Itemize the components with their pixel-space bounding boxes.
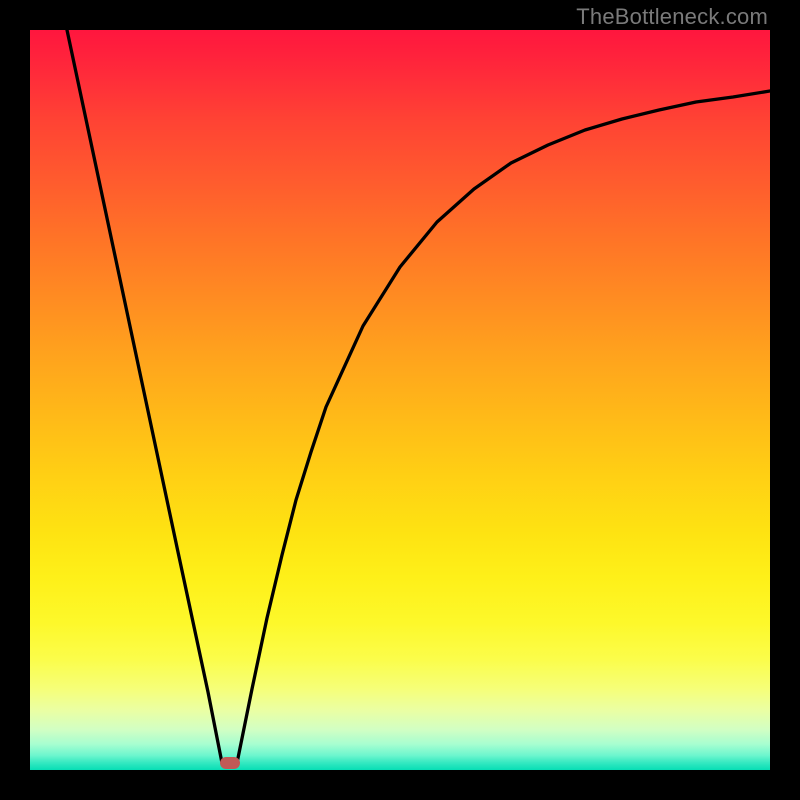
optimum-marker bbox=[220, 757, 240, 769]
plot-area bbox=[30, 30, 770, 770]
watermark-text: TheBottleneck.com bbox=[576, 4, 768, 30]
curve-path bbox=[67, 30, 770, 763]
chart-frame: TheBottleneck.com bbox=[0, 0, 800, 800]
bottleneck-curve bbox=[30, 30, 770, 770]
